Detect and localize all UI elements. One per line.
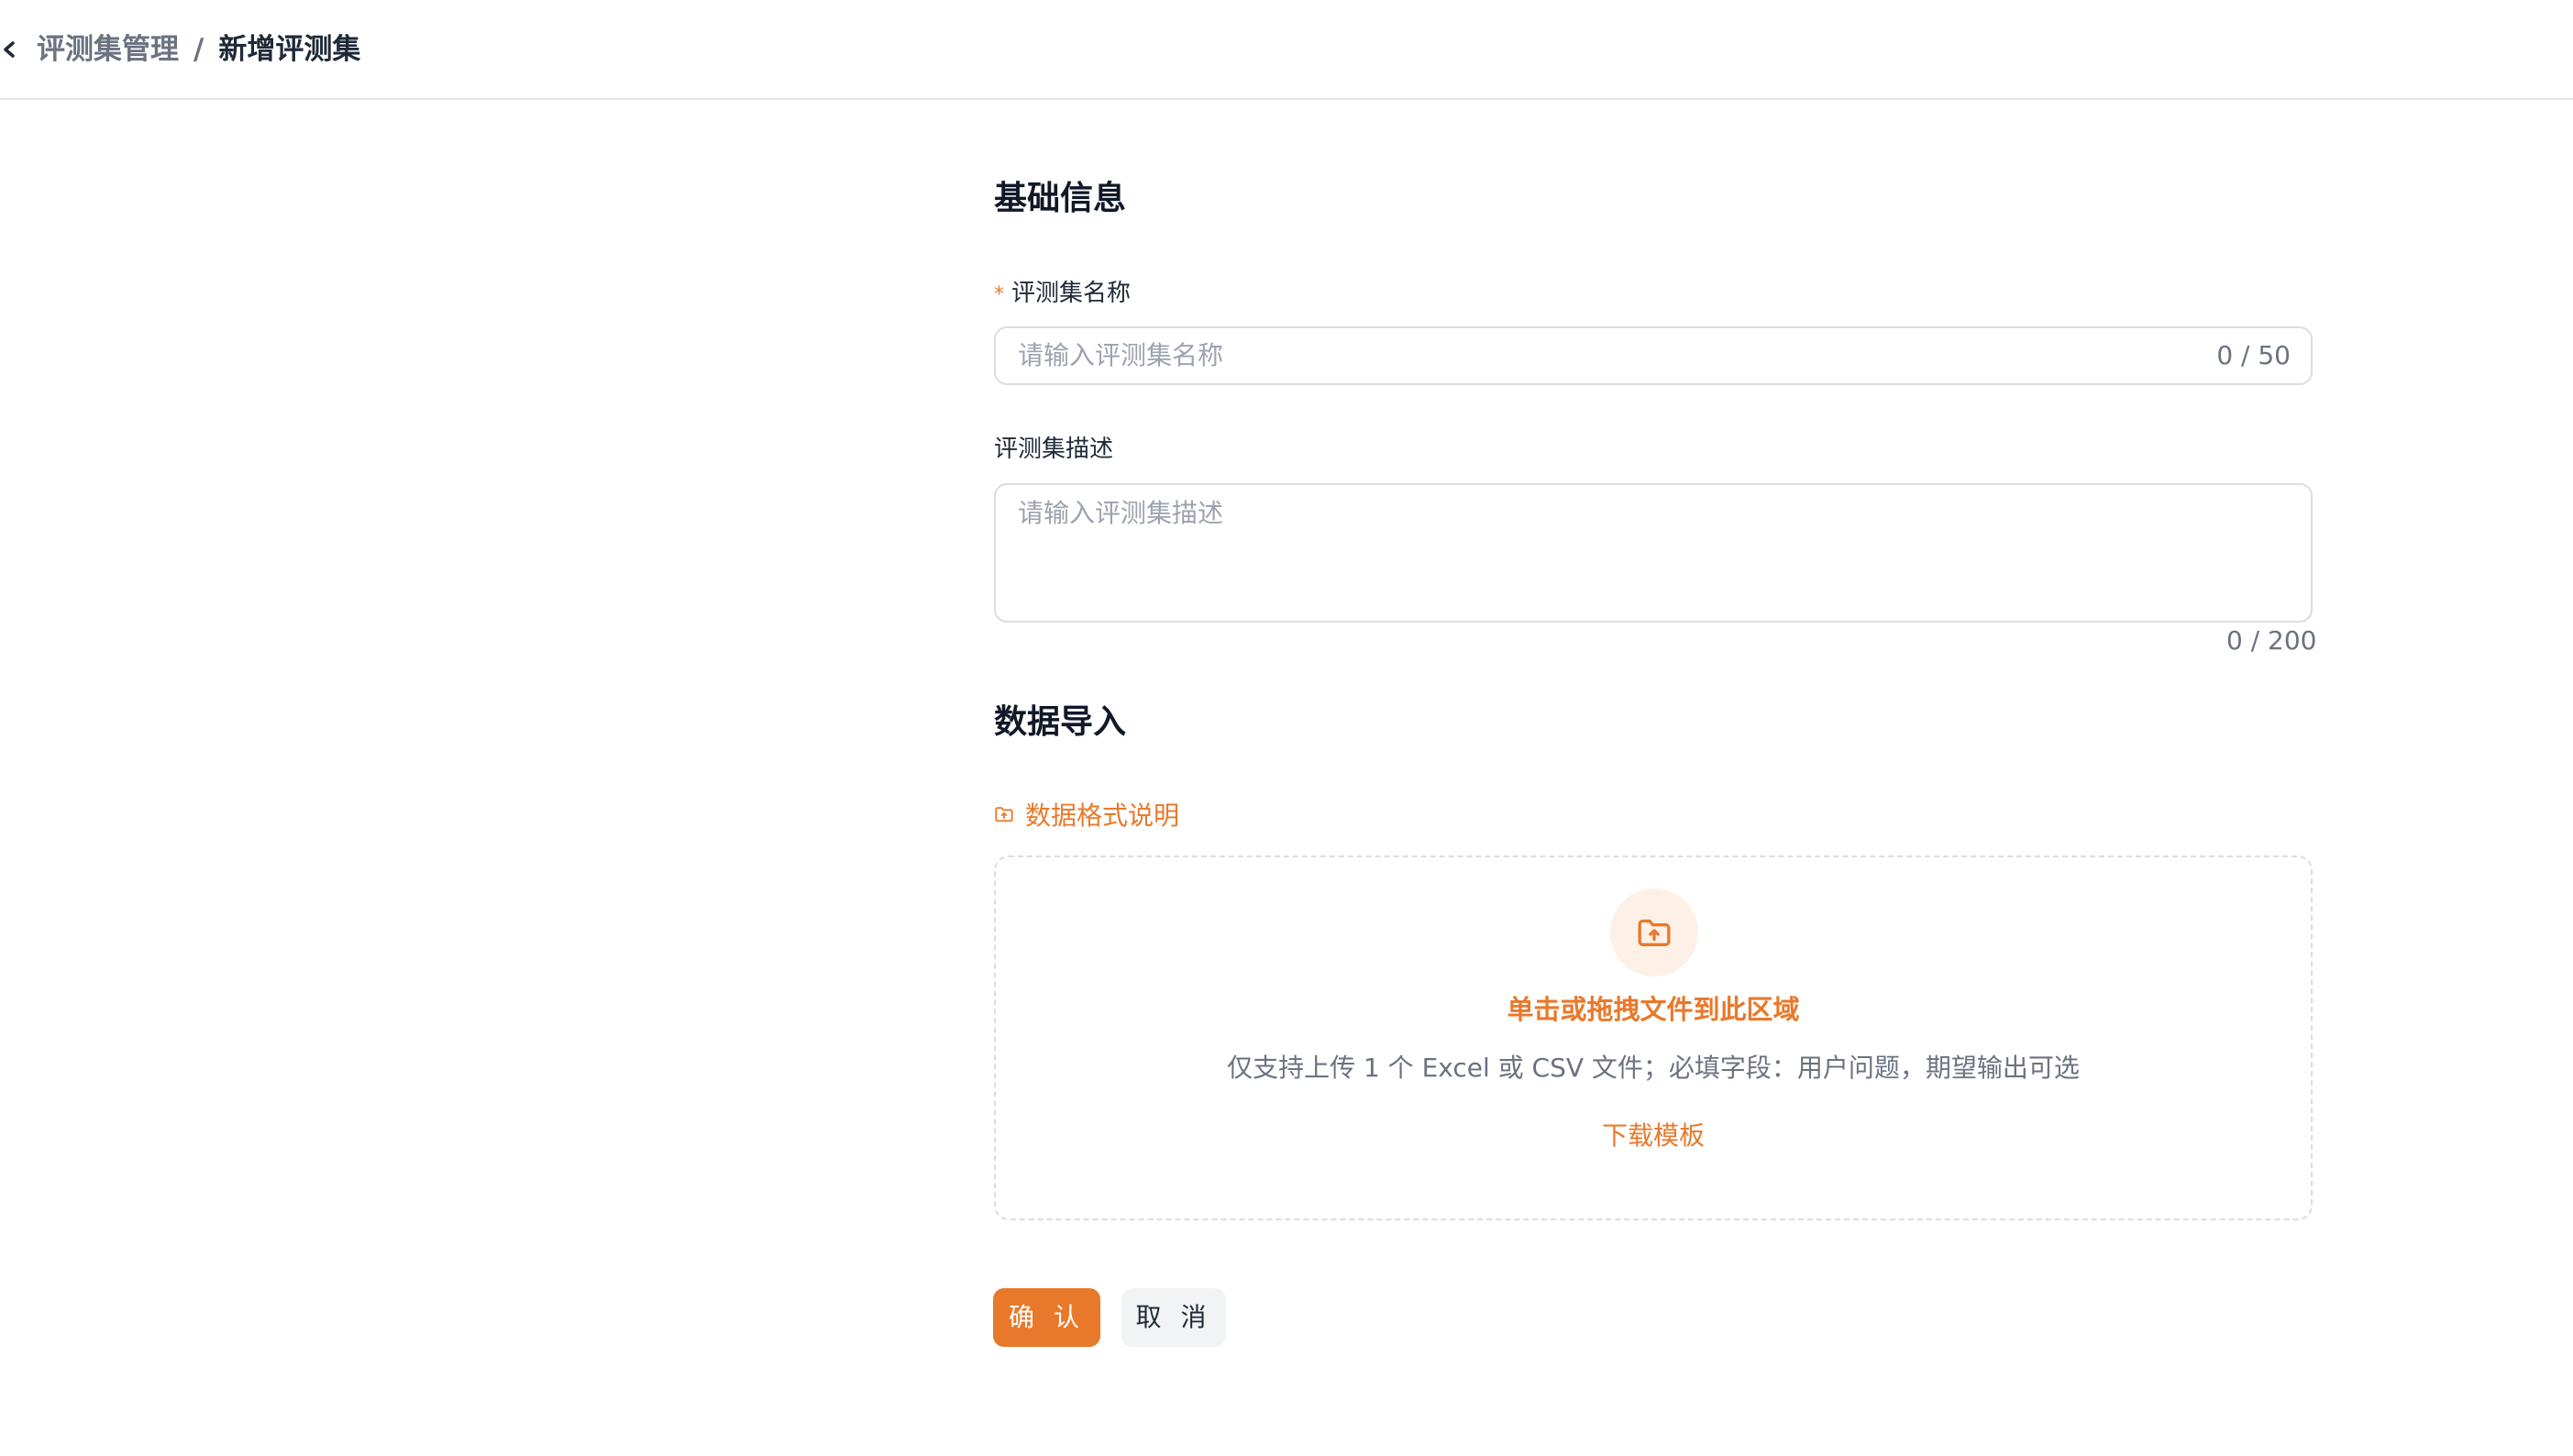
desc-textarea[interactable]: 请输入评测集描述 — [994, 483, 2313, 623]
breadcrumb-current: 新增评测集 — [218, 33, 361, 66]
format-help-label: 数据格式说明 — [1025, 800, 1180, 831]
breadcrumb-separator: / — [193, 33, 204, 66]
upload-icon-circle — [1610, 888, 1698, 976]
desc-textarea-placeholder: 请输入评测集描述 — [1018, 498, 1224, 528]
back-button[interactable] — [0, 35, 20, 64]
name-field-label: * 评测集名称 — [994, 277, 1131, 312]
desc-field-label: 评测集描述 — [994, 436, 1114, 463]
dropzone-title: 单击或拖拽文件到此区域 — [1507, 994, 1800, 1025]
format-help-link[interactable]: 数据格式说明 — [994, 796, 1179, 833]
dropzone-hint: 仅支持上传 1 个 Excel 或 CSV 文件；必填字段：用户问题，期望输出可… — [1227, 1053, 2080, 1083]
download-template-link[interactable]: 下载模板 — [1602, 1120, 1705, 1151]
download-template-row: 下载模板 — [996, 1118, 2311, 1154]
data-import-title: 数据导入 — [994, 703, 1127, 741]
name-char-counter: 0 / 50 — [2216, 340, 2291, 370]
name-input[interactable]: 请输入评测集名称 0 / 50 — [994, 326, 2313, 385]
breadcrumb-parent-link[interactable]: 评测集管理 — [37, 33, 179, 66]
folder-upload-icon — [995, 807, 1013, 822]
cancel-button[interactable]: 取 消 — [1121, 1288, 1226, 1347]
desc-char-counter: 0 / 200 — [2226, 625, 2317, 656]
name-field-label-text: 评测集名称 — [1011, 280, 1132, 307]
required-mark: * — [994, 283, 1004, 306]
folder-upload-icon — [1638, 919, 1671, 946]
confirm-button[interactable]: 确 认 — [993, 1288, 1100, 1347]
upload-dropzone[interactable]: 单击或拖拽文件到此区域 仅支持上传 1 个 Excel 或 CSV 文件；必填字… — [994, 855, 2313, 1220]
page-header: 评测集管理 / 新增评测集 — [0, 0, 2573, 100]
breadcrumb: 评测集管理 / 新增评测集 — [37, 29, 360, 70]
chevron-left-icon — [4, 41, 15, 58]
name-input-placeholder: 请输入评测集名称 — [1018, 340, 1224, 370]
basic-info-title: 基础信息 — [994, 180, 1127, 217]
